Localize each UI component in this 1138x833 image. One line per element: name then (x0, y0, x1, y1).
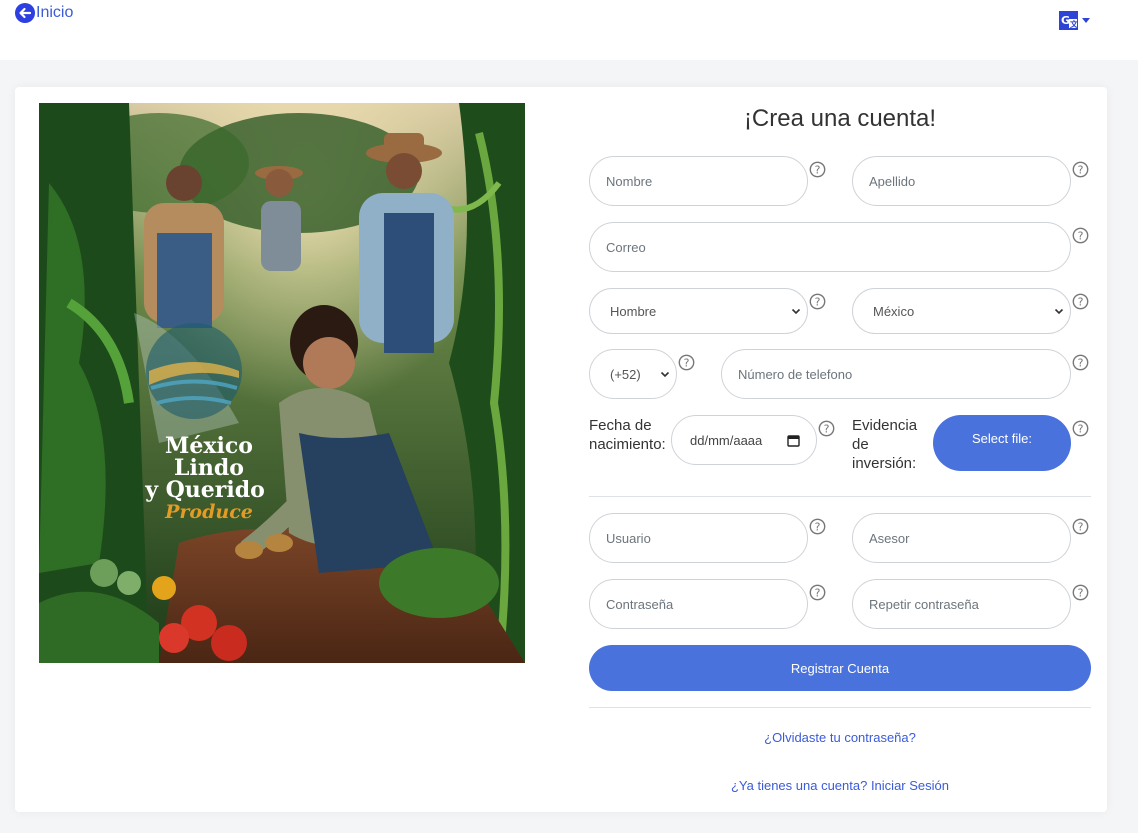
svg-text:?: ? (1078, 587, 1084, 600)
hero-image: México Lindo y Querido Produce (39, 103, 525, 663)
arrow-left-circle-icon (15, 3, 35, 23)
svg-text:?: ? (1078, 357, 1084, 370)
help-icon[interactable]: ? (678, 354, 695, 371)
brand-logo: México Lindo y Querido Produce (145, 433, 265, 523)
chevron-down-icon (1082, 18, 1090, 23)
svg-text:?: ? (1078, 230, 1084, 243)
back-to-home-link[interactable]: Inicio (15, 3, 73, 23)
divider (589, 496, 1091, 497)
email-input[interactable]: Correo (589, 222, 1071, 272)
help-icon[interactable]: ? (1072, 227, 1089, 244)
register-account-button[interactable]: Registrar Cuenta (589, 645, 1091, 691)
svg-text:?: ? (1078, 296, 1084, 309)
gender-select[interactable]: Hombre (589, 288, 808, 334)
divider (589, 707, 1091, 708)
phone-code-select[interactable]: (+52) (589, 349, 677, 399)
first-name-input[interactable]: Nombre (589, 156, 808, 206)
help-icon[interactable]: ? (809, 584, 826, 601)
birth-date-input[interactable]: dd/mm/aaaa (671, 415, 817, 465)
svg-text:?: ? (1078, 423, 1084, 436)
help-icon[interactable]: ? (809, 293, 826, 310)
svg-text:文: 文 (1070, 19, 1078, 29)
chevron-down-icon (791, 308, 801, 315)
svg-text:?: ? (815, 521, 821, 534)
username-input[interactable]: Usuario (589, 513, 808, 563)
repeat-password-input[interactable]: Repetir contraseña (852, 579, 1071, 629)
help-icon[interactable]: ? (1072, 293, 1089, 310)
help-icon[interactable]: ? (1072, 420, 1089, 437)
svg-text:?: ? (1078, 521, 1084, 534)
svg-text:?: ? (824, 423, 830, 436)
chevron-down-icon (1054, 308, 1064, 315)
svg-text:G: G (1061, 14, 1070, 27)
help-icon[interactable]: ? (1072, 354, 1089, 371)
forgot-password-link[interactable]: ¿Olvidaste tu contraseña? (589, 730, 1091, 745)
svg-text:?: ? (815, 587, 821, 600)
password-input[interactable]: Contraseña (589, 579, 808, 629)
svg-text:?: ? (815, 296, 821, 309)
birth-date-label: Fecha de nacimiento: (589, 417, 666, 453)
page-title: ¡Crea una cuenta! (743, 105, 937, 132)
language-selector[interactable]: G 文 (1059, 11, 1090, 30)
help-icon[interactable]: ? (1072, 518, 1089, 535)
country-select[interactable]: México (852, 288, 1071, 334)
calendar-icon[interactable] (787, 434, 800, 447)
chevron-down-icon (660, 371, 670, 378)
investment-evidence-label: Evidencia de inversión: (852, 417, 918, 472)
select-file-button[interactable]: Select file: (933, 415, 1071, 471)
help-icon[interactable]: ? (1072, 161, 1089, 178)
login-link[interactable]: ¿Ya tienes una cuenta? Iniciar Sesión (589, 778, 1091, 793)
help-icon[interactable]: ? (1072, 584, 1089, 601)
help-icon[interactable]: ? (809, 161, 826, 178)
svg-text:?: ? (815, 164, 821, 177)
translate-icon: G 文 (1059, 11, 1078, 30)
help-icon[interactable]: ? (809, 518, 826, 535)
advisor-input[interactable]: Asesor (852, 513, 1071, 563)
register-card: México Lindo y Querido Produce ¡Crea una… (15, 87, 1107, 812)
last-name-input[interactable]: Apellido (852, 156, 1071, 206)
phone-input[interactable]: Número de telefono (721, 349, 1071, 399)
top-bar: Inicio G 文 (0, 0, 1138, 60)
svg-text:?: ? (1078, 164, 1084, 177)
help-icon[interactable]: ? (818, 420, 835, 437)
svg-text:?: ? (684, 357, 690, 370)
back-link-label: Inicio (36, 4, 74, 21)
